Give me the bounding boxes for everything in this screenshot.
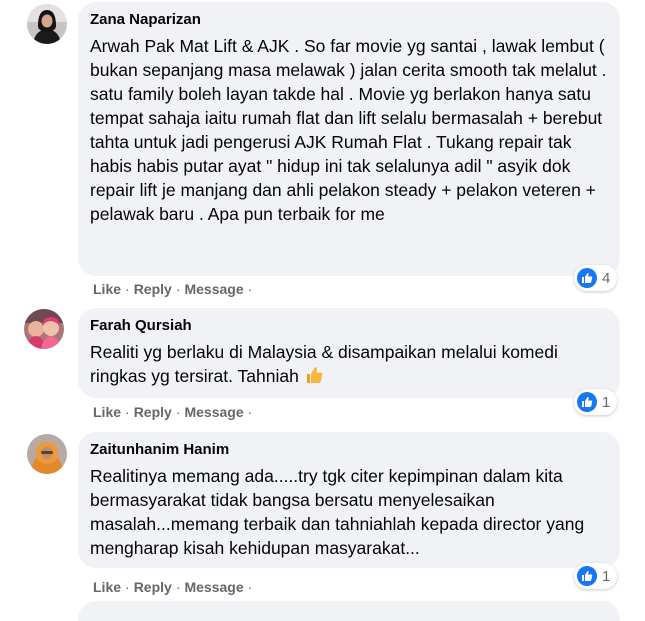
separator: · xyxy=(247,579,253,595)
separator: · xyxy=(175,579,181,595)
like-button[interactable]: Like xyxy=(93,281,121,297)
comment-actions: Like · Reply · Message · xyxy=(93,403,256,421)
reaction-count: 1 xyxy=(602,567,611,585)
comment-bubble: Farah Qursiah Realiti yg berlaku di Mala… xyxy=(78,308,620,398)
separator: · xyxy=(175,404,181,420)
comment-author[interactable]: Zana Naparizan xyxy=(90,10,608,29)
comment-actions: Like · Reply · Message · xyxy=(93,280,256,298)
comment-bubble: Zana Naparizan Arwah Pak Mat Lift & AJK … xyxy=(78,2,620,276)
like-icon xyxy=(577,268,597,288)
message-button[interactable]: Message xyxy=(184,579,243,595)
reaction-summary[interactable]: 4 xyxy=(574,265,618,291)
comment-bubble: Zaitunhanim Hanim Realitinya memang ada.… xyxy=(78,432,620,568)
comment-text-body: Realiti yg berlaku di Malaysia & disampa… xyxy=(90,342,558,386)
message-button[interactable]: Message xyxy=(184,281,243,297)
like-icon xyxy=(577,392,597,412)
separator: · xyxy=(125,579,130,595)
avatar[interactable] xyxy=(27,4,67,44)
comment-actions: Like · Reply · Message · xyxy=(93,578,256,596)
comment-text: Arwah Pak Mat Lift & AJK . So far movie … xyxy=(90,36,607,224)
separator: · xyxy=(125,281,130,297)
like-button[interactable]: Like xyxy=(93,579,121,595)
separator: · xyxy=(247,281,253,297)
separator: · xyxy=(125,404,130,420)
reply-button[interactable]: Reply xyxy=(134,281,172,297)
message-button[interactable]: Message xyxy=(184,404,243,420)
comment-author[interactable]: Zaitunhanim Hanim xyxy=(90,440,608,459)
reaction-count: 4 xyxy=(602,269,611,287)
thumbs-up-emoji xyxy=(306,367,322,383)
reaction-summary[interactable]: 1 xyxy=(574,389,618,415)
reaction-summary[interactable]: 1 xyxy=(574,563,618,589)
reply-button[interactable]: Reply xyxy=(134,579,172,595)
reply-button[interactable]: Reply xyxy=(134,404,172,420)
comment-text: Realitinya memang ada.....try tgk citer … xyxy=(90,466,585,558)
separator: · xyxy=(175,281,181,297)
next-comment-bubble xyxy=(78,601,620,621)
reaction-count: 1 xyxy=(602,393,611,411)
comment-text: Realiti yg berlaku di Malaysia & disampa… xyxy=(90,340,608,388)
separator: · xyxy=(247,404,253,420)
like-button[interactable]: Like xyxy=(93,404,121,420)
avatar[interactable] xyxy=(24,309,64,349)
like-icon xyxy=(577,566,597,586)
avatar[interactable] xyxy=(27,434,67,474)
comment-author[interactable]: Farah Qursiah xyxy=(90,316,608,335)
